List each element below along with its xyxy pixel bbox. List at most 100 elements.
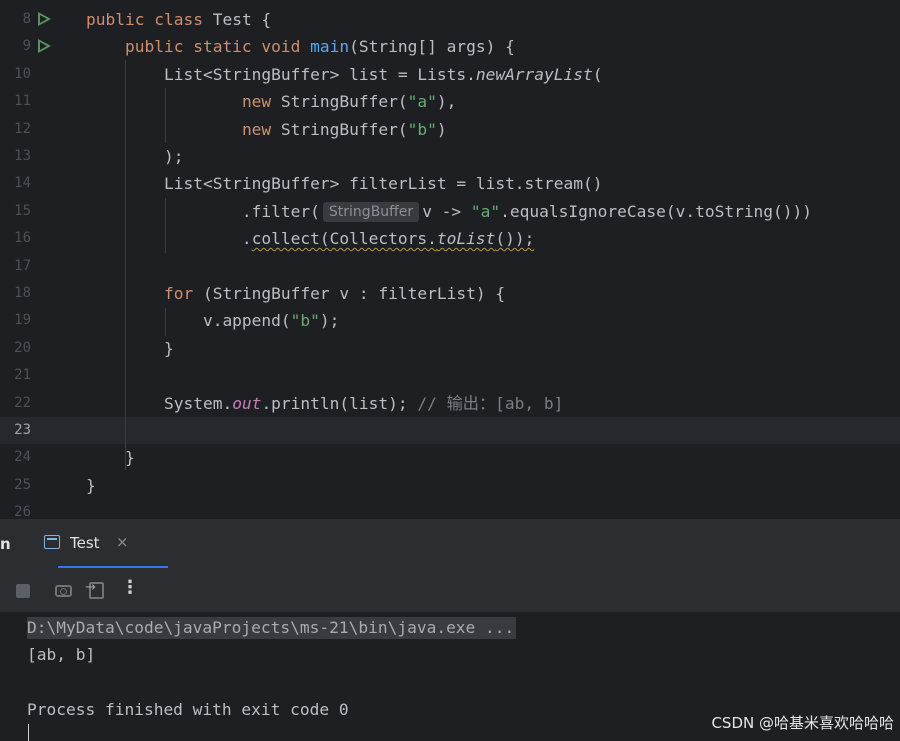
line-number: 21 (14, 367, 31, 384)
code-line[interactable]: 19 v.append("b"); (0, 307, 900, 334)
inlay-type-hint: StringBuffer (322, 201, 420, 222)
line-number: 13 (14, 148, 31, 164)
code-token: (String[] args) { (349, 37, 515, 57)
code-token: public class (86, 10, 213, 29)
indent-guide (125, 60, 126, 470)
code-text[interactable]: public class Test { (86, 6, 271, 33)
code-text[interactable]: .collect(Collectors.toList()); (86, 225, 534, 252)
code-line[interactable]: 17 (0, 253, 900, 280)
code-text[interactable]: new StringBuffer("b") (86, 116, 447, 143)
tab-test-label: Test (70, 534, 100, 552)
code-line[interactable]: 16 .collect(Collectors.toList()); (0, 225, 900, 252)
indent-guide (165, 198, 166, 253)
line-number: 26 (14, 504, 31, 518)
code-line[interactable]: 18 for (StringBuffer v : filterList) { (0, 280, 900, 307)
code-line[interactable]: 8 public class Test { (0, 6, 900, 33)
line-number: 18 (14, 285, 31, 301)
stop-icon[interactable] (16, 584, 30, 598)
code-token: out (232, 393, 262, 413)
indent-guide (165, 88, 166, 143)
code-token: main (310, 37, 350, 57)
run-toolbar: ⋮ (0, 568, 900, 612)
code-token: v.append( (86, 311, 291, 331)
code-line[interactable]: 21 (0, 362, 900, 389)
run-panel-title: n (0, 535, 11, 553)
console-output-line: [ab, b] (27, 645, 96, 664)
code-line[interactable]: 22 System.out.println(list); // 输出：[ab, … (0, 390, 900, 417)
exit-icon[interactable] (85, 580, 104, 599)
code-text[interactable]: .filter(StringBuffer v -> "a".equalsIgnor… (86, 198, 812, 225)
code-token: .filter( (86, 201, 320, 221)
code-text[interactable]: ); (86, 143, 184, 170)
code-token: Test { (212, 10, 272, 29)
code-token: "b" (407, 119, 437, 139)
code-text[interactable]: public static void main(String[] args) { (86, 33, 515, 60)
code-line[interactable]: 25} (0, 472, 900, 499)
code-token: "b" (290, 311, 320, 331)
code-text[interactable]: new StringBuffer("a"), (86, 88, 456, 115)
code-token: ), (436, 92, 457, 112)
console-exit-line: Process finished with exit code 0 (27, 700, 349, 719)
code-line[interactable]: 9 public static void main(String[] args)… (0, 33, 900, 60)
code-text[interactable]: v.append("b"); (86, 307, 339, 334)
code-text[interactable]: } (86, 472, 96, 499)
line-number: 19 (14, 312, 31, 329)
line-number: 11 (14, 93, 31, 110)
line-number: 10 (14, 65, 31, 82)
code-token: ( (592, 64, 603, 84)
line-number: 17 (14, 257, 31, 274)
line-number: 20 (14, 339, 31, 356)
code-token: StringBuffer( (280, 92, 408, 112)
code-text[interactable]: System.out.println(list); // 输出：[ab, b] (86, 390, 563, 417)
close-icon[interactable]: × (116, 533, 129, 551)
code-text[interactable]: for (StringBuffer v : filterList) { (86, 280, 505, 307)
camera-icon[interactable] (55, 585, 72, 597)
code-text[interactable]: } (86, 444, 135, 471)
code-line[interactable]: 15 .filter(StringBuffer v -> "a".equalsIg… (0, 198, 900, 225)
code-text[interactable]: } (86, 335, 174, 362)
code-token: newArrayList (475, 64, 593, 84)
line-number: 15 (14, 202, 31, 219)
code-token: . (86, 229, 252, 249)
code-token: collect(Collectors. (251, 229, 437, 249)
code-token: ); (319, 311, 340, 331)
line-number: 14 (14, 175, 31, 192)
code-line[interactable]: 10 List<StringBuffer> list = Lists.newAr… (0, 61, 900, 88)
console-command-line[interactable]: D:\MyData\code\javaProjects\ms-21\bin\ja… (27, 617, 517, 639)
line-number: 8 (22, 11, 31, 27)
code-token: (StringBuffer v : filterList) { (202, 284, 506, 303)
run-panel-header: n Test × (0, 518, 900, 569)
code-line[interactable]: 24 } (0, 444, 900, 471)
watermark: CSDN @哈基米喜欢哈哈哈 (711, 714, 894, 732)
code-line[interactable]: 20 } (0, 335, 900, 362)
code-token: "a" (470, 201, 501, 221)
line-number: 9 (22, 38, 31, 55)
text-caret (28, 724, 29, 741)
run-gutter-icon[interactable] (38, 39, 51, 54)
code-token: ) (436, 119, 447, 139)
line-number: 16 (14, 230, 31, 247)
more-options-icon[interactable]: ⋮ (121, 579, 139, 597)
code-line[interactable]: 12 new StringBuffer("b") (0, 116, 900, 143)
code-editor[interactable]: 8 public class Test {9 public static void… (0, 0, 900, 518)
code-line[interactable]: 23 (0, 417, 900, 445)
tab-test[interactable]: Test × (44, 519, 168, 569)
line-number: 25 (14, 476, 31, 493)
run-gutter-icon[interactable] (38, 12, 51, 26)
code-token: StringBuffer( (280, 119, 408, 139)
indent-guide (165, 308, 166, 336)
code-line[interactable]: 26 (0, 499, 900, 518)
code-token: v -> (422, 201, 471, 221)
code-text[interactable]: List<StringBuffer> list = Lists.newArray… (86, 61, 603, 88)
code-line[interactable]: 11 new StringBuffer("a"), (0, 88, 900, 115)
code-token: } (86, 475, 96, 495)
code-line[interactable]: 13 ); (0, 143, 900, 170)
code-token: .equalsIgnoreCase(v.toString())) (500, 201, 813, 221)
code-token: public static void (124, 37, 311, 57)
code-text[interactable]: List<StringBuffer> filterList = list.str… (86, 170, 603, 197)
code-token: // 输出：[ab, b] (417, 393, 564, 413)
code-line[interactable]: 14 List<StringBuffer> filterList = list.… (0, 170, 900, 197)
